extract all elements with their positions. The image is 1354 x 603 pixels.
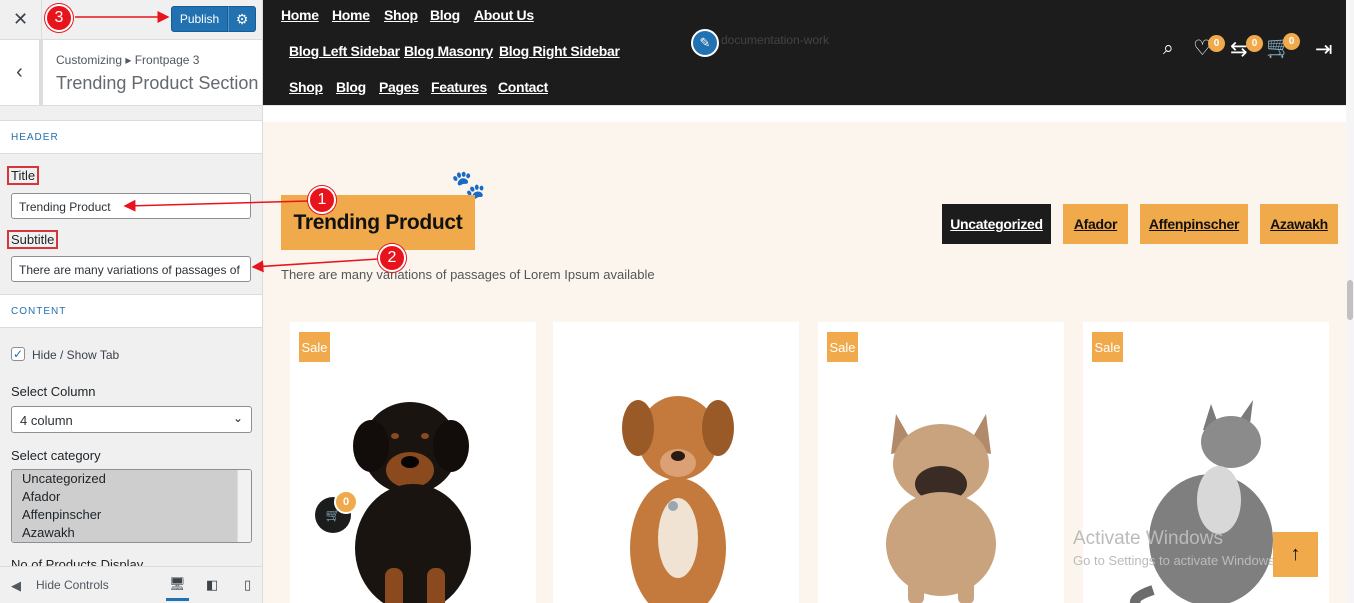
sale-badge: Sale (299, 332, 330, 362)
scroll-to-top-button[interactable]: ↑ (1273, 532, 1318, 577)
select-column-dropdown[interactable]: 4 column ⌄ (11, 406, 252, 433)
annotation-marker-2: 2 (378, 244, 406, 272)
tab-affenpinscher[interactable]: Affenpinscher (1140, 204, 1248, 244)
select-column-label: Select Column (11, 384, 96, 399)
nav-link-blog-2[interactable]: Blog (336, 79, 366, 95)
customizer-topbar: ✕ Publish ⚙ (0, 0, 262, 40)
customizer-footer: ◀ Hide Controls 🖥 ◧ ▯ (0, 566, 262, 603)
content-group-heading: CONTENT (0, 294, 262, 328)
page-scrollbar[interactable] (1346, 0, 1354, 603)
hide-show-tab-label: Hide / Show Tab (32, 348, 120, 362)
edit-pencil-icon[interactable]: ✎ (691, 29, 719, 57)
back-chevron-icon[interactable]: ‹ (0, 40, 43, 105)
select-category-list[interactable]: Uncategorized Afador Affenpinscher Azawa… (11, 469, 252, 543)
product-card[interactable]: Sale (818, 322, 1064, 603)
scrollbar-thumb[interactable] (1347, 280, 1353, 320)
brown-dog-image[interactable] (613, 388, 743, 603)
title-label: Title (7, 166, 40, 185)
nav-link-blog-left-sidebar[interactable]: Blog Left Sidebar (289, 43, 400, 59)
subtitle-input[interactable]: There are many variations of passages of (11, 256, 251, 282)
product-card[interactable]: Sale (290, 322, 536, 603)
floating-cart-badge: 0 (334, 490, 358, 514)
nav-link-contact[interactable]: Contact (498, 79, 548, 95)
section-header: ‹ Customizing ▸ Frontpage 3 Trending Pro… (0, 40, 262, 106)
subtitle-label: Subtitle (7, 230, 59, 249)
kitten-image[interactable] (1123, 390, 1293, 603)
title-input[interactable]: Trending Product (11, 193, 251, 219)
windows-activation-watermark-text: Go to Settings to activate Windows. (1073, 553, 1279, 568)
nav-link-about-us[interactable]: About Us (474, 7, 534, 23)
product-card[interactable] (553, 322, 799, 603)
search-icon[interactable]: ⌕ (1163, 38, 1174, 60)
section-title: Trending Product Section (56, 73, 259, 93)
sale-badge: Sale (1092, 332, 1123, 362)
tab-uncategorized[interactable]: Uncategorized (942, 204, 1051, 244)
rottweiler-puppy-image[interactable] (335, 388, 495, 603)
logout-icon[interactable]: ⇥ (1315, 37, 1333, 62)
category-option[interactable]: Afador (12, 488, 238, 506)
french-bulldog-image[interactable] (866, 394, 1016, 603)
annotation-marker-3: 3 (45, 4, 73, 32)
chevron-down-icon: ⌄ (232, 411, 243, 425)
nav-link-blog[interactable]: Blog (430, 7, 460, 23)
category-option[interactable]: Uncategorized (12, 470, 238, 488)
select-column-value: 4 column (20, 413, 73, 428)
title-label-text: Title (7, 166, 40, 185)
hide-controls-button[interactable]: Hide Controls (36, 578, 109, 592)
tab-azawakh[interactable]: Azawakh (1260, 204, 1338, 244)
site-header: Home Home Shop Blog About Us Blog Left S… (263, 0, 1354, 105)
windows-activation-watermark-title: Activate Windows (1073, 528, 1223, 549)
hide-show-tab-checkbox[interactable]: ✓ (11, 347, 25, 361)
header-group-heading: HEADER (0, 120, 262, 154)
sale-badge: Sale (827, 332, 858, 362)
nav-link-home[interactable]: Home (281, 7, 319, 23)
publish-button[interactable]: Publish (171, 6, 228, 32)
tablet-preview-icon[interactable]: ◧ (206, 577, 218, 593)
nav-link-pages[interactable]: Pages (379, 79, 419, 95)
header-separator (263, 105, 1354, 122)
select-category-label: Select category (11, 448, 101, 463)
compare-arrows-icon[interactable]: ⇆ (1230, 37, 1248, 62)
subtitle-label-text: Subtitle (7, 230, 59, 249)
list-scrollbar[interactable] (237, 470, 251, 542)
collapse-arrow-icon[interactable]: ◀ (11, 578, 21, 594)
nav-link-shop[interactable]: Shop (384, 7, 418, 23)
nav-link-home-2[interactable]: Home (332, 7, 370, 23)
category-option[interactable]: Azawakh (12, 524, 238, 542)
site-logo-broken-image[interactable]: documentation-work (721, 33, 829, 47)
nav-link-features[interactable]: Features (431, 79, 487, 95)
annotation-marker-1: 1 (308, 186, 336, 214)
mobile-preview-icon[interactable]: ▯ (244, 577, 251, 593)
desktop-preview-icon[interactable]: 🖥 (166, 576, 189, 601)
breadcrumb: Customizing ▸ Frontpage 3 (56, 53, 200, 67)
nav-link-blog-right-sidebar[interactable]: Blog Right Sidebar (499, 43, 620, 59)
site-preview: Home Home Shop Blog About Us Blog Left S… (263, 0, 1354, 603)
close-icon[interactable]: ✕ (0, 0, 42, 39)
publish-settings-gear-icon[interactable]: ⚙ (228, 6, 256, 32)
nav-link-blog-masonry[interactable]: Blog Masonry (404, 43, 493, 59)
tab-afador[interactable]: Afador (1063, 204, 1128, 244)
section-subtitle: There are many variations of passages of… (281, 267, 655, 282)
wishlist-count-badge: 0 (1208, 35, 1225, 52)
nav-link-shop-2[interactable]: Shop (289, 79, 323, 95)
customizer-sidebar: ✕ Publish ⚙ ‹ Customizing ▸ Frontpage 3 … (0, 0, 263, 603)
category-option[interactable]: Affenpinscher (12, 506, 238, 524)
compare-count-badge: 0 (1246, 35, 1263, 52)
cart-count-badge: 0 (1283, 33, 1300, 50)
